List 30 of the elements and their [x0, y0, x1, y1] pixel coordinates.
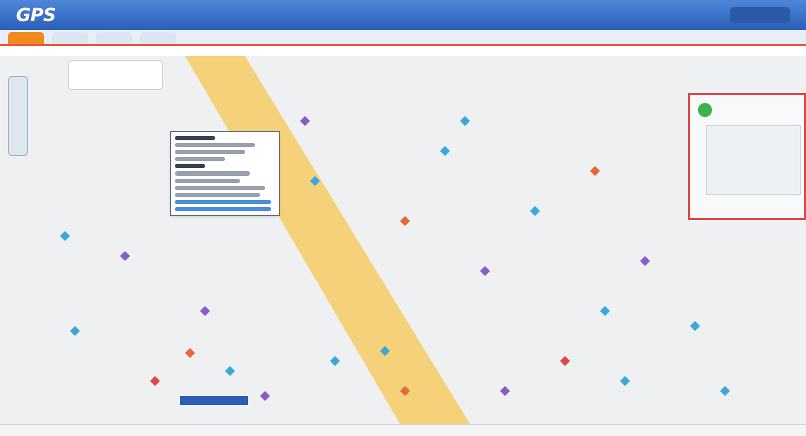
- logo: GPS: [16, 4, 56, 28]
- map-pin-icon[interactable]: [440, 146, 450, 156]
- map-pin-icon[interactable]: [60, 231, 70, 241]
- map-pin-icon[interactable]: [70, 326, 80, 336]
- map-pin-icon[interactable]: [560, 356, 570, 366]
- map-pin-icon[interactable]: [380, 346, 390, 356]
- map-pin-icon[interactable]: [600, 306, 610, 316]
- map-pin-icon[interactable]: [690, 321, 700, 331]
- map-pin-icon[interactable]: [310, 176, 320, 186]
- map-pin-icon[interactable]: [260, 391, 270, 401]
- map-pin-icon[interactable]: [120, 251, 130, 261]
- map-pin-icon[interactable]: [480, 266, 490, 276]
- map-pin-icon[interactable]: [460, 116, 470, 126]
- user-panel: [730, 7, 790, 23]
- map-pin-icon[interactable]: [400, 386, 410, 396]
- zoom-control[interactable]: [8, 76, 28, 156]
- map-pin-icon[interactable]: [590, 166, 600, 176]
- map-pin-icon[interactable]: [640, 256, 650, 266]
- map-pin-icon[interactable]: [185, 348, 195, 358]
- map-pin-icon[interactable]: [330, 356, 340, 366]
- tab[interactable]: [8, 32, 44, 44]
- map-pin-icon[interactable]: [500, 386, 510, 396]
- map-pin-icon[interactable]: [530, 206, 540, 216]
- map-pin-icon[interactable]: [200, 306, 210, 316]
- map-pin-icon[interactable]: [300, 116, 310, 126]
- map-pin-icon[interactable]: [720, 386, 730, 396]
- map-pin-icon[interactable]: [620, 376, 630, 386]
- map-pin-icon[interactable]: [400, 216, 410, 226]
- map-pin-icon[interactable]: [225, 366, 235, 376]
- map-pin-icon[interactable]: [150, 376, 160, 386]
